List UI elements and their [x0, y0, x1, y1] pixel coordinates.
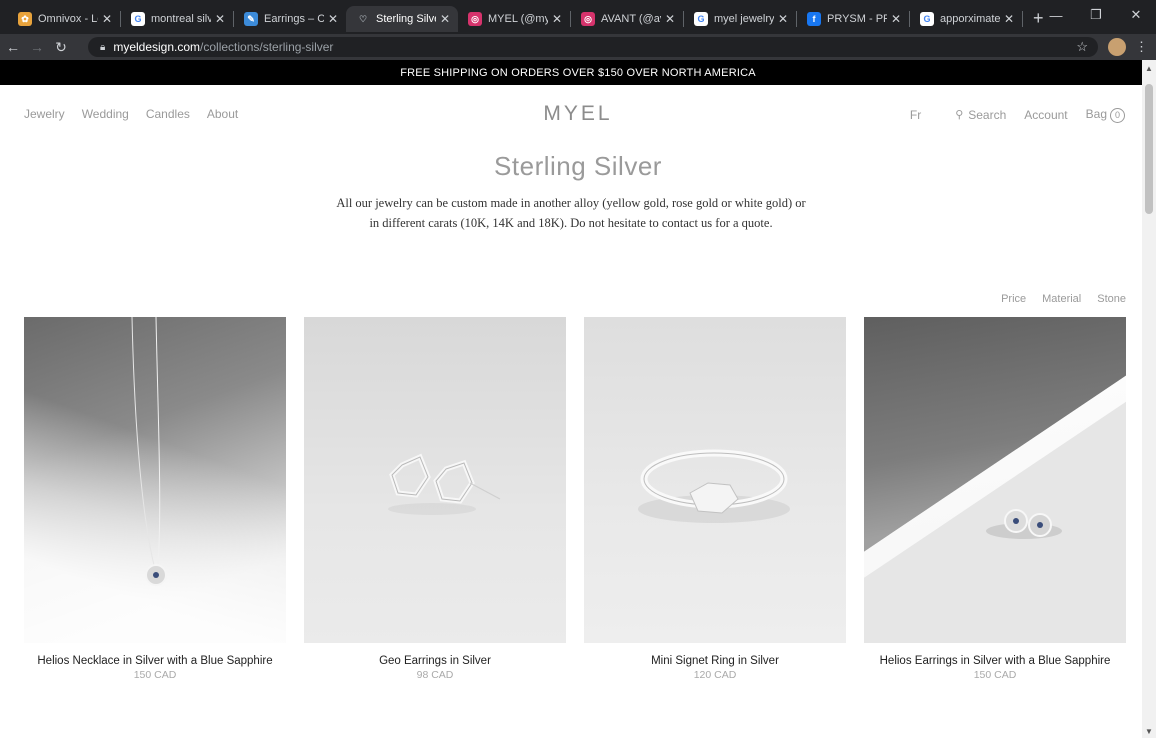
geo-earrings-illustration	[388, 453, 501, 515]
scrollbar-thumb[interactable]	[1145, 84, 1153, 214]
minimize-icon[interactable]: —	[1036, 8, 1076, 23]
lock-icon: 🔒︎	[100, 41, 106, 53]
product-image-geo-earrings[interactable]	[304, 317, 566, 643]
signet-ring-illustration	[638, 449, 790, 523]
product-card[interactable]: Helios Earrings in Silver with a Blue Sa…	[864, 317, 1126, 681]
browser-tab[interactable]: ✿ Omnivox - Léa ✕	[8, 6, 120, 32]
address-bar[interactable]: 🔒︎ myeldesign.com/collections/sterling-s…	[88, 37, 1098, 57]
search-icon: ⚲	[955, 109, 964, 122]
product-image-helios-earrings[interactable]	[864, 317, 1126, 643]
tab-title: AVANT (@ava	[601, 13, 661, 25]
forward-icon[interactable]: →	[26, 39, 48, 55]
facebook-icon: f	[807, 12, 821, 26]
product-image-necklace[interactable]	[24, 317, 286, 643]
instagram-icon: ◎	[468, 12, 482, 26]
close-window-icon[interactable]: ✕	[1116, 7, 1156, 23]
bag-link[interactable]: Bag 0	[1086, 107, 1125, 123]
utility-nav: Fr ⚲ Search Account Bag 0	[910, 107, 1125, 123]
search-label: Search	[968, 107, 1007, 122]
browser-menu-icon[interactable]: ⋮	[1135, 39, 1148, 55]
browser-tab[interactable]: Gapporximately ✕	[910, 6, 1022, 32]
collection-title: Sterling Silver	[494, 151, 662, 181]
browser-tab[interactable]: ✎ Earrings – Cym ✕	[234, 6, 346, 32]
back-icon[interactable]: ←	[2, 39, 24, 55]
reload-icon[interactable]: ↻	[50, 39, 72, 56]
tab-favicon: ✿	[18, 12, 32, 26]
close-icon[interactable]: ✕	[328, 12, 338, 26]
feather-icon: ✎	[244, 12, 258, 26]
site-header: Jewelry Wedding Candles About MYEL Fr ⚲ S…	[0, 85, 1142, 141]
browser-tab[interactable]: f PRYSM - PRYS ✕	[797, 6, 909, 32]
page-scrollbar[interactable]: ▲ ▼	[1142, 60, 1156, 738]
tab-title: Earrings – Cym	[264, 13, 324, 25]
account-link[interactable]: Account	[1024, 108, 1067, 122]
close-icon[interactable]: ✕	[102, 12, 112, 26]
close-icon[interactable]: ✕	[440, 12, 450, 26]
filter-bar: Price Material Stone	[1001, 293, 1126, 305]
tab-title: Sterling Silver	[376, 13, 436, 25]
close-icon[interactable]: ✕	[665, 12, 675, 26]
browser-toolbar: ← → ↻ 🔒︎ myeldesign.com/collections/ster…	[0, 34, 1156, 60]
product-price: 150 CAD	[973, 669, 1017, 681]
product-name[interactable]: Helios Necklace in Silver with a Blue Sa…	[24, 655, 286, 667]
collection-description: All our jewelry can be custom made in an…	[336, 196, 806, 230]
scroll-up-icon[interactable]: ▲	[1145, 64, 1153, 73]
close-icon[interactable]: ✕	[891, 12, 901, 26]
tab-title: Omnivox - Léa	[38, 13, 98, 25]
product-card[interactable]: Geo Earrings in Silver 98 CAD	[304, 317, 566, 681]
browser-tab[interactable]: Gmyel jewelry ✕	[684, 6, 796, 32]
window-controls: — ❐ ✕	[1036, 0, 1156, 30]
close-icon[interactable]: ✕	[778, 12, 788, 26]
browser-tab[interactable]: ◎ AVANT (@ava ✕	[571, 6, 683, 32]
close-icon[interactable]: ✕	[215, 12, 225, 26]
necklace-illustration	[131, 317, 167, 586]
filter-price[interactable]: Price	[1001, 293, 1026, 305]
google-icon: G	[131, 12, 145, 26]
scroll-down-icon[interactable]: ▼	[1145, 727, 1153, 736]
tab-title: MYEL (@myel	[488, 13, 548, 25]
instagram-icon: ◎	[581, 12, 595, 26]
maximize-icon[interactable]: ❐	[1076, 7, 1116, 23]
page-viewport: FREE SHIPPING ON ORDERS OVER $150 OVER N…	[0, 60, 1156, 738]
url-host: myeldesign.com	[113, 40, 201, 54]
helios-earrings-illustration	[986, 509, 1062, 539]
profile-avatar[interactable]	[1108, 38, 1126, 56]
search-link[interactable]: ⚲ Search	[955, 108, 1006, 122]
browser-tab[interactable]: ◎ MYEL (@myel ✕	[458, 6, 570, 32]
close-icon[interactable]: ✕	[552, 12, 562, 26]
url-path: /collections/sterling-silver	[200, 40, 334, 54]
announcement-bar: FREE SHIPPING ON ORDERS OVER $150 OVER N…	[0, 60, 1156, 85]
bookmark-star-icon[interactable]: ☆	[1076, 39, 1088, 55]
bag-count-badge: 0	[1110, 107, 1125, 123]
filter-material[interactable]: Material	[1042, 293, 1081, 305]
tab-title: myel jewelry	[714, 13, 774, 25]
product-card[interactable]: Helios Necklace in Silver with a Blue Sa…	[24, 317, 286, 681]
product-price: 98 CAD	[416, 669, 454, 681]
product-card[interactable]: Mini Signet Ring in Silver 120 CAD	[584, 317, 846, 681]
product-name[interactable]: Geo Earrings in Silver	[304, 655, 566, 667]
bag-label: Bag	[1085, 107, 1107, 121]
language-toggle[interactable]: Fr	[910, 108, 921, 122]
filter-stone[interactable]: Stone	[1097, 293, 1126, 305]
product-image-signet-ring[interactable]	[584, 317, 846, 643]
browser-tab-strip: ✿ Omnivox - Léa ✕ Gmontreal silve ✕ ✎ Earrin…	[0, 0, 1156, 34]
product-price: 150 CAD	[133, 669, 177, 681]
google-icon: G	[920, 12, 934, 26]
tab-title: apporximately	[940, 13, 1000, 25]
tab-title: montreal silve	[151, 13, 211, 25]
close-icon[interactable]: ✕	[1004, 12, 1014, 26]
heart-icon: ♡	[358, 13, 368, 24]
product-grid: Helios Necklace in Silver with a Blue Sa…	[24, 317, 1126, 681]
tab-divider	[1022, 11, 1023, 27]
product-name[interactable]: Mini Signet Ring in Silver	[584, 655, 846, 667]
tab-title: PRYSM - PRYS	[827, 13, 887, 25]
product-price: 120 CAD	[693, 669, 737, 681]
browser-tab-active[interactable]: ♡ Sterling Silver ✕	[346, 6, 458, 32]
browser-tab[interactable]: Gmontreal silve ✕	[121, 6, 233, 32]
product-name[interactable]: Helios Earrings in Silver with a Blue Sa…	[864, 655, 1126, 667]
google-icon: G	[694, 12, 708, 26]
